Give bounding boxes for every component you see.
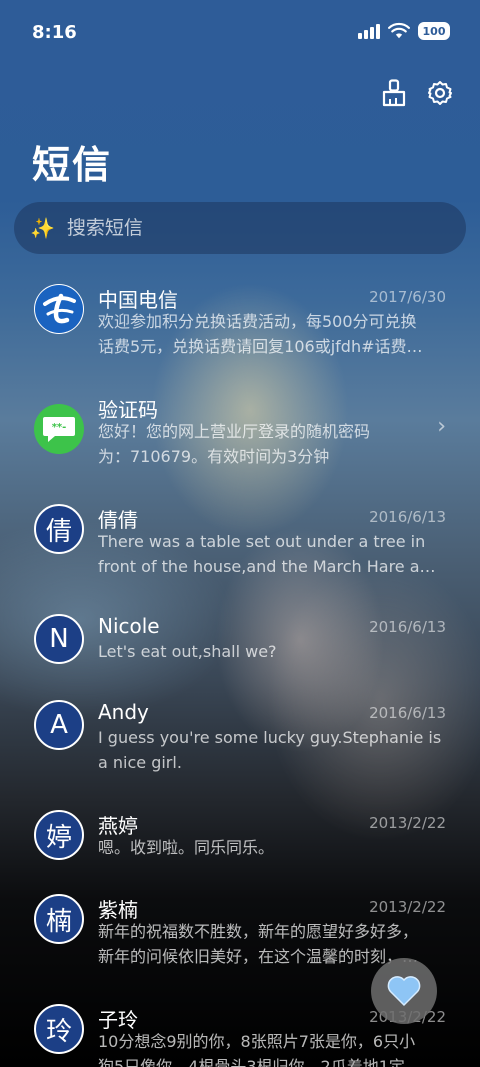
wifi-icon <box>388 22 410 39</box>
china-telecom-logo <box>34 284 84 334</box>
conversation-row[interactable]: **- 验证码 › 您好！您的网上营业厅登录的随机密码 为：710679。有效时… <box>0 380 480 490</box>
preview-line: front of the house,and the March Hare an… <box>98 556 444 576</box>
status-time: 8:16 <box>32 22 77 43</box>
contact-avatar: 婷 <box>34 810 84 860</box>
preview-line: 您好！您的网上营业厅登录的随机密码 <box>98 422 371 441</box>
search-input[interactable] <box>66 217 447 239</box>
header-toolbar <box>380 78 454 108</box>
preview-line: I guess you're some lucky guy.Stephanie … <box>98 728 442 747</box>
preview-line: 为：710679。有效时间为3分钟 <box>98 446 330 466</box>
conversation-row[interactable]: N Nicole 2016/6/13 Let's eat out,shall w… <box>0 600 480 686</box>
conversation-list: 中国电信 2017/6/30 欢迎参加积分兑换话费活动，每500分可兑换 话费5… <box>0 270 480 1067</box>
broom-icon[interactable] <box>380 78 408 108</box>
preview-line: 欢迎参加积分兑换话费活动，每500分可兑换 <box>98 312 417 331</box>
preview-line: 新年的祝福数不胜数，新年的愿望好多好多， <box>98 922 419 941</box>
contact-name: 倩倩 <box>98 508 138 532</box>
message-date: 2016/6/13 <box>369 704 446 722</box>
conversation-row[interactable]: 婷 燕婷 2013/2/22 嗯。收到啦。同乐同乐。 <box>0 796 480 880</box>
contact-name: 燕婷 <box>98 814 138 838</box>
conversation-row[interactable]: A Andy 2016/6/13 I guess you're some luc… <box>0 686 480 796</box>
status-icons: 100 <box>358 22 450 40</box>
message-date: 2016/6/13 <box>369 618 446 636</box>
message-bubble-text: **- <box>52 422 67 433</box>
message-preview: 您好！您的网上营业厅登录的随机密码 为：710679。有效时间为3分钟 <box>98 420 444 469</box>
contact-name: Nicole <box>98 614 160 638</box>
message-date: 2016/6/13 <box>369 508 446 526</box>
preview-line: 话费5元，兑换话费请回复106或jfdh#话费… <box>98 336 423 356</box>
preview-line: 狗5只像你，4根骨头3根归你，2爪着地1定… <box>98 1056 421 1067</box>
message-preview: 欢迎参加积分兑换话费活动，每500分可兑换 话费5元，兑换话费请回复106或jf… <box>98 310 444 359</box>
page-title: 短信 <box>32 143 113 187</box>
contact-avatar: N <box>34 614 84 664</box>
contact-avatar: 楠 <box>34 894 84 944</box>
preview-line: Let's eat out,shall we? <box>98 642 277 661</box>
sparkle-icon: ✨ <box>30 216 55 240</box>
message-preview: 10分想念9别的你，8张照片7张是你，6只小 狗5只像你，4根骨头3根归你，2爪… <box>98 1030 444 1067</box>
message-preview: I guess you're some lucky guy.Stephanie … <box>98 726 444 775</box>
conversation-row[interactable]: 倩 倩倩 2016/6/13 There was a table set out… <box>0 490 480 600</box>
preview-line: 嗯。收到啦。同乐同乐。 <box>98 838 275 857</box>
contact-name: Andy <box>98 700 149 724</box>
message-preview: 嗯。收到啦。同乐同乐。 <box>98 836 444 861</box>
contact-name: 中国电信 <box>98 288 178 312</box>
message-date: 2017/6/30 <box>369 288 446 306</box>
message-preview: Let's eat out,shall we? <box>98 640 444 665</box>
contact-avatar: 倩 <box>34 504 84 554</box>
conversation-row[interactable]: 中国电信 2017/6/30 欢迎参加积分兑换话费活动，每500分可兑换 话费5… <box>0 270 480 380</box>
message-date: 2013/2/22 <box>369 898 446 916</box>
preview-line: 10分想念9别的你，8张照片7张是你，6只小 <box>98 1032 416 1051</box>
favorite-fab[interactable] <box>371 958 437 1024</box>
contact-avatar: 玲 <box>34 1004 84 1054</box>
signal-icon <box>358 23 380 39</box>
preview-line: There was a table set out under a tree i… <box>98 532 426 551</box>
preview-line: a nice girl. <box>98 752 182 772</box>
contact-name: 子玲 <box>98 1008 138 1032</box>
status-bar: 8:16 100 <box>0 0 480 68</box>
search-bar[interactable]: ✨ <box>14 202 466 254</box>
heart-icon <box>387 976 421 1007</box>
contact-name: 紫楠 <box>98 898 138 922</box>
contact-name: 验证码 <box>98 398 158 422</box>
battery-indicator: 100 <box>418 22 450 40</box>
gear-icon[interactable] <box>426 78 454 108</box>
message-bubble-icon: **- <box>34 404 84 454</box>
contact-avatar: A <box>34 700 84 750</box>
message-date: 2013/2/22 <box>369 814 446 832</box>
message-preview: There was a table set out under a tree i… <box>98 530 444 579</box>
